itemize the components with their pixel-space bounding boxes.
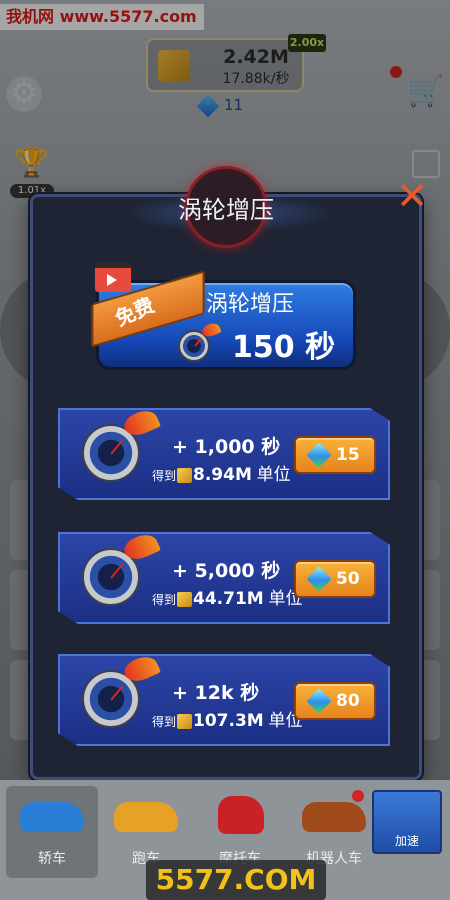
- turbo-icon: [82, 548, 140, 606]
- boost-toolbox-button[interactable]: 加速: [372, 790, 442, 854]
- coin-icon: [177, 592, 193, 607]
- turbo-icon: [82, 424, 140, 482]
- coin-icon: [177, 468, 193, 483]
- robot-car-icon: [302, 802, 366, 832]
- tab-sedan[interactable]: 轿车: [6, 786, 98, 878]
- option-time: + 12k 秒: [172, 682, 260, 704]
- gem-icon: [306, 566, 332, 592]
- reward-value: 8.94M: [193, 465, 252, 485]
- buy-button[interactable]: 15: [294, 436, 376, 474]
- gem-icon: [306, 442, 332, 468]
- gem-price: 15: [336, 445, 360, 465]
- sedan-car-icon: [20, 802, 84, 832]
- option-reward: 得到 44.71M 单位: [152, 584, 303, 609]
- reward-unit: 单位: [256, 465, 291, 485]
- sports-car-icon: [114, 802, 178, 832]
- gem-price: 50: [336, 569, 360, 589]
- reward-prefix: 得到: [152, 715, 177, 729]
- boost-label: 加速: [394, 834, 419, 848]
- option-reward: 得到 107.3M 单位: [152, 706, 303, 731]
- notification-dot: [352, 790, 364, 802]
- buy-button[interactable]: 80: [294, 682, 376, 720]
- motorcycle-icon: [218, 796, 264, 834]
- reward-prefix: 得到: [152, 593, 177, 607]
- coin-icon: [177, 714, 193, 729]
- dialog-title: 涡轮增压: [178, 196, 274, 224]
- buy-button[interactable]: 50: [294, 560, 376, 598]
- site-watermark-bottom: 5577.COM: [146, 860, 326, 900]
- close-icon[interactable]: ✕: [394, 177, 430, 215]
- option-time: + 1,000 秒: [172, 436, 281, 458]
- reward-value: 107.3M: [193, 711, 264, 731]
- option-time: + 5,000 秒: [172, 560, 281, 582]
- gem-price: 80: [336, 691, 360, 711]
- turbo-icon: [82, 670, 140, 728]
- video-clapper-icon: [95, 262, 131, 292]
- reward-prefix: 得到: [152, 469, 177, 483]
- tab-label: 轿车: [38, 851, 66, 867]
- free-boost-duration: 150 秒: [232, 330, 336, 365]
- free-boost-title: 涡轮增压: [206, 292, 295, 317]
- gem-icon: [306, 688, 332, 714]
- option-reward: 得到 8.94M 单位: [152, 460, 291, 485]
- turbo-icon: [178, 330, 210, 362]
- reward-value: 44.71M: [193, 589, 264, 609]
